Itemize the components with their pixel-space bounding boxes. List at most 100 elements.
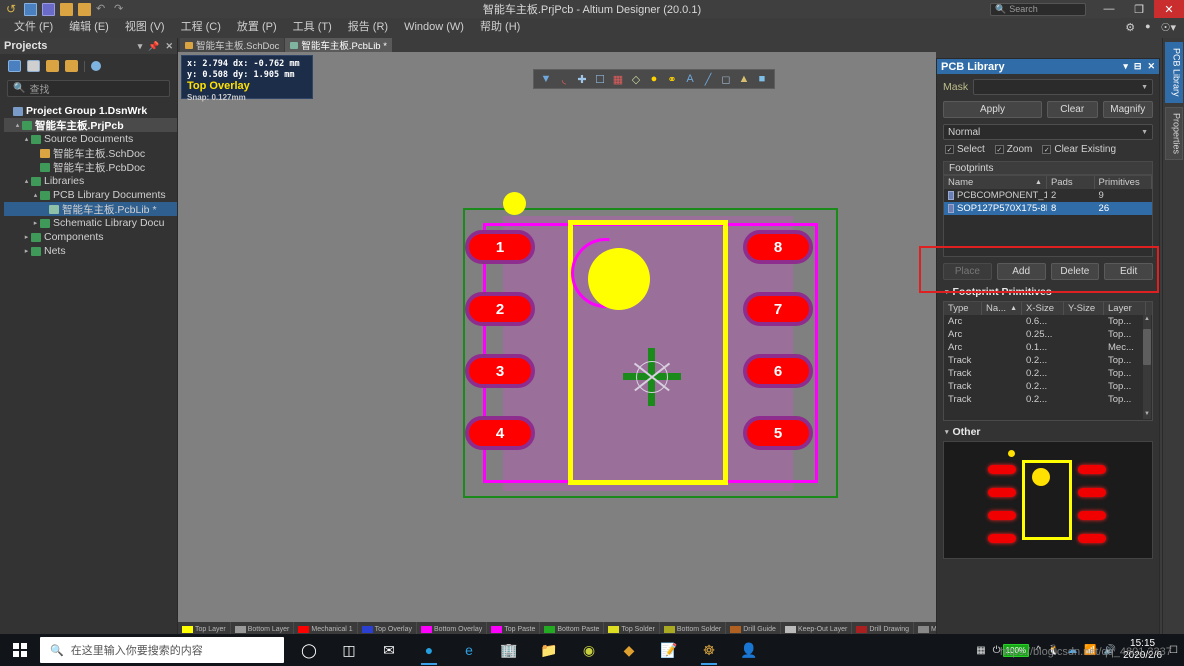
network-icon[interactable]: 📶 <box>1084 645 1096 656</box>
collapse-triangle-icon[interactable]: ▾ <box>945 428 949 436</box>
volume-icon[interactable]: 🔊 <box>1104 645 1116 656</box>
checkbox-clear-existing-box[interactable]: ✓ <box>1042 145 1051 154</box>
global-search-box[interactable]: 🔍 Search <box>990 3 1086 16</box>
project-tree-item-2[interactable]: ▴Source Documents <box>4 132 177 146</box>
delete-button[interactable]: Delete <box>1051 263 1100 280</box>
project-tree-item-5[interactable]: ▴Libraries <box>4 174 177 188</box>
magnet-icon[interactable]: ◟ <box>556 71 572 87</box>
tree-expander-icon[interactable]: ▸ <box>22 247 31 255</box>
edit-button[interactable]: Edit <box>1104 263 1153 280</box>
explorer-icon[interactable]: 📁 <box>530 634 568 666</box>
footprint-primitives-header[interactable]: ▾ Footprint Primitives <box>945 286 1153 298</box>
browser-icon[interactable]: ● <box>410 634 448 666</box>
primitive-row-2[interactable]: Arc0.1...Mec... <box>944 341 1152 354</box>
keepout-icon[interactable]: ▲ <box>736 71 752 87</box>
tree-expander-icon[interactable]: ▸ <box>31 219 40 227</box>
project-tree-item-8[interactable]: ▸Schematic Library Docu <box>4 216 177 230</box>
menu-item-edit[interactable]: 编辑 (E) <box>61 18 117 36</box>
place-button[interactable]: Place <box>943 263 992 280</box>
footprint-preview[interactable] <box>943 441 1153 559</box>
battery-indicator[interactable]: ⏻ 100% <box>993 644 1029 657</box>
menu-item-view[interactable]: 视图 (V) <box>117 18 173 36</box>
mail-icon[interactable]: ✉ <box>370 634 408 666</box>
polygon-icon[interactable]: ◻ <box>718 71 734 87</box>
menu-item-file[interactable]: 文件 (F) <box>6 18 61 36</box>
menu-item-window[interactable]: Window (W) <box>396 18 472 36</box>
tree-expander-icon[interactable]: ▴ <box>22 177 31 185</box>
primitives-col-name[interactable]: Na... ▲ <box>982 302 1022 315</box>
chevron-down-icon[interactable]: ▾ <box>138 41 143 52</box>
restore-icon[interactable]: ⊟ <box>1134 61 1142 72</box>
app-icon[interactable]: ◉ <box>570 634 608 666</box>
avatar-icon[interactable]: 👤 <box>730 634 768 666</box>
scroll-down-icon[interactable]: ▼ <box>1143 410 1151 419</box>
start-button[interactable] <box>0 634 40 666</box>
primitives-scrollbar[interactable]: ▲ ▼ <box>1143 315 1151 419</box>
primitive-row-5[interactable]: Track0.2...Top... <box>944 380 1152 393</box>
clear-button[interactable]: Clear <box>1047 101 1098 118</box>
save-icon[interactable] <box>8 60 21 72</box>
cortana-icon[interactable]: ◯ <box>290 634 328 666</box>
action-center-icon[interactable]: ☐ <box>1169 645 1178 656</box>
magnify-button[interactable]: Magnify <box>1103 101 1154 118</box>
open-project-icon[interactable] <box>78 3 91 16</box>
close-icon[interactable]: ✕ <box>165 41 173 52</box>
tree-expander-icon[interactable]: ▴ <box>31 191 40 199</box>
close-button[interactable]: ✕ <box>1154 0 1184 18</box>
document-tab-pcblib[interactable]: 智能车主板.PcbLib * <box>285 38 392 52</box>
altium-icon[interactable]: ☸ <box>690 634 728 666</box>
project-tree-item-3[interactable]: 智能车主板.SchDoc <box>4 146 177 160</box>
menu-item-reports[interactable]: 报告 (R) <box>340 18 396 36</box>
qq-icon[interactable]: 🐧 <box>1048 645 1060 656</box>
footprint-row-0[interactable]: PCBCOMPONENT_129 <box>944 189 1152 202</box>
pad-5[interactable]: 5 <box>743 416 813 450</box>
primitive-row-6[interactable]: Track0.2...Top... <box>944 393 1152 406</box>
user-account-icon[interactable]: ☉▾ <box>1161 21 1176 34</box>
primitives-col-ysize[interactable]: Y-Size <box>1064 302 1104 315</box>
edge-icon[interactable]: e <box>450 634 488 666</box>
project-tree-item-10[interactable]: ▸Nets <box>4 244 177 258</box>
select-area-icon[interactable]: ☐ <box>592 71 608 87</box>
checkbox-select-box[interactable]: ✓ <box>945 145 954 154</box>
taskbar-search-input[interactable]: 🔍 在这里输入你要搜索的内容 <box>40 637 284 663</box>
project-tree-item-4[interactable]: 智能车主板.PcbDoc <box>4 160 177 174</box>
pad-8[interactable]: 8 <box>743 230 813 264</box>
undo-history-icon[interactable]: ↺ <box>6 3 19 16</box>
show-hidden-icons-chevron[interactable]: ^ <box>1036 645 1041 656</box>
menu-item-project[interactable]: 工程 (C) <box>173 18 229 36</box>
project-tree-item-0[interactable]: Project Group 1.DsnWrk <box>4 104 177 118</box>
notepad-icon[interactable]: 📝 <box>650 634 688 666</box>
save-all-icon[interactable] <box>42 3 55 16</box>
primitives-col-xsize[interactable]: X-Size <box>1022 302 1064 315</box>
mask-input[interactable]: ▼ <box>973 79 1153 95</box>
tree-expander-icon[interactable]: ▴ <box>22 135 31 143</box>
footprint-graphic[interactable]: 1 2 3 4 8 7 6 5 <box>463 208 838 498</box>
scroll-up-icon[interactable]: ▲ <box>1143 315 1151 324</box>
menu-item-help[interactable]: 帮助 (H) <box>472 18 528 36</box>
via-icon[interactable]: ⚭ <box>664 71 680 87</box>
mask-mode-select[interactable]: Normal ▼ <box>943 124 1153 140</box>
open-project-folder-icon[interactable] <box>65 60 78 72</box>
board-icon[interactable]: ■ <box>754 71 770 87</box>
other-section-header[interactable]: ▾ Other <box>945 426 1153 438</box>
pad-icon[interactable]: ● <box>646 71 662 87</box>
checkbox-zoom[interactable]: ✓ Zoom <box>995 144 1033 155</box>
add-button[interactable]: Add <box>997 263 1046 280</box>
chevron-down-icon[interactable]: ▼ <box>1141 129 1148 136</box>
onedrive-icon[interactable]: ☁ <box>1067 645 1077 656</box>
apply-button[interactable]: Apply <box>943 101 1042 118</box>
primitives-col-type[interactable]: Type <box>944 302 982 315</box>
open-icon[interactable] <box>60 3 73 16</box>
vertical-tab-properties[interactable]: Properties <box>1165 107 1183 160</box>
chevron-down-icon[interactable]: ▾ <box>1123 61 1128 72</box>
compile-icon[interactable] <box>27 60 40 72</box>
pcb-library-canvas[interactable]: x: 2.794 dx: -0.762 mm y: 0.508 dy: 1.90… <box>178 52 936 622</box>
menu-item-place[interactable]: 放置 (P) <box>229 18 285 36</box>
checkbox-select[interactable]: ✓ Select <box>945 144 985 155</box>
footprint-row-1[interactable]: SOP127P570X175-8N826 <box>944 202 1152 215</box>
filter-icon[interactable]: ▼ <box>538 71 554 87</box>
project-tree-item-7[interactable]: 智能车主板.PcbLib * <box>4 202 177 216</box>
project-tree-item-9[interactable]: ▸Components <box>4 230 177 244</box>
grid-tray-icon[interactable]: ▦ <box>976 645 985 656</box>
minimize-button[interactable]: — <box>1094 0 1124 18</box>
